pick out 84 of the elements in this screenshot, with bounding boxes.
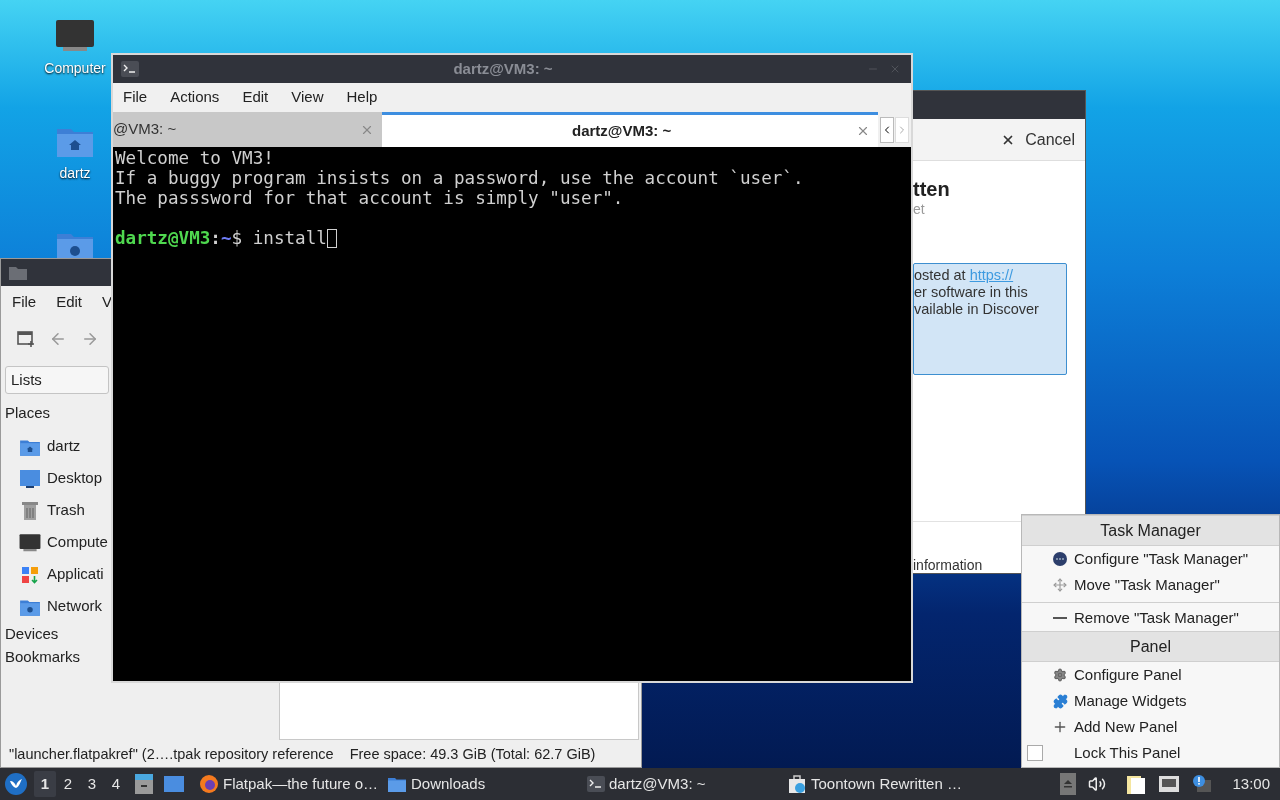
desktop-switch[interactable]: 3 [80, 771, 104, 797]
menu-section-header: Panel [1022, 631, 1279, 662]
menu-item[interactable]: Remove "Task Manager" [1022, 605, 1279, 631]
applications-icon [19, 564, 41, 585]
close-tab-icon[interactable] [856, 124, 870, 138]
folder-icon [9, 265, 27, 280]
start-menu-icon[interactable] [5, 773, 27, 795]
eject-icon[interactable] [1060, 773, 1077, 795]
menu-item[interactable]: Edit [56, 291, 83, 314]
minus-icon [1053, 617, 1067, 619]
dots-circle-icon [1053, 552, 1067, 566]
menu-item[interactable]: File [123, 86, 148, 109]
menu-item[interactable]: Actions [170, 86, 220, 109]
terminal-output: The passsword for that account is simply "user". [115, 188, 625, 208]
window-title: dartz@VM3: ~ [452, 58, 554, 79]
task-button[interactable]: Flatpak—the future o… [199, 772, 387, 796]
place-item[interactable]: Trash [19, 494, 85, 527]
desktop-switch[interactable]: 4 [104, 771, 128, 797]
browser-icon [199, 774, 219, 794]
show-desktop-icon[interactable] [163, 775, 185, 793]
terminal-tab[interactable]: @VM3: ~ [113, 112, 382, 147]
computer-icon [55, 18, 95, 54]
place-item[interactable]: Desktop [19, 462, 103, 495]
checkbox[interactable] [1027, 745, 1043, 761]
notification-icon[interactable] [1192, 774, 1213, 794]
menu-item[interactable]: Configure "Task Manager" [1022, 546, 1279, 572]
task-button[interactable]: Downloads [387, 772, 587, 796]
menu-item[interactable]: File [12, 291, 37, 314]
terminal-output: Welcome to VM3! [115, 148, 275, 168]
move-icon [1053, 578, 1067, 592]
location-combo[interactable]: Lists [5, 366, 109, 394]
scroll-left-icon[interactable] [880, 116, 894, 143]
file-cabinet-icon[interactable] [134, 773, 154, 795]
forward-icon[interactable] [81, 330, 99, 348]
place-item[interactable]: Compute [19, 526, 108, 559]
terminal-command: install [252, 228, 327, 248]
section-heading[interactable]: Places [5, 402, 51, 425]
place-item[interactable]: Applicati [19, 558, 104, 591]
terminal-tab[interactable]: dartz@VM3: ~ [382, 112, 878, 147]
desktop-icon [19, 468, 41, 489]
menu-item[interactable]: View [291, 86, 324, 109]
section-heading[interactable]: Devices [5, 622, 59, 646]
notice-text: vailable in Discover [914, 301, 1040, 318]
desktop-switch[interactable]: 2 [56, 771, 80, 797]
task-button[interactable]: dartz@VM3: ~ [587, 772, 787, 796]
terminal-prompt: dartz@VM3:~$ [115, 228, 244, 248]
new-tab-icon[interactable] [17, 330, 35, 348]
terminal-output: If a buggy program insists on a password, use the account `user`. [115, 168, 805, 188]
notice-text: osted at https:// [914, 267, 1015, 284]
plus-icon [1052, 719, 1068, 735]
place-item[interactable]: dartz [19, 430, 81, 463]
computer-icon [19, 532, 41, 553]
volume-icon[interactable] [1088, 775, 1107, 793]
trash-icon [19, 500, 41, 521]
menu-section-header: Task Manager [1022, 515, 1279, 546]
terminal-icon [121, 61, 139, 77]
back-icon[interactable] [49, 330, 67, 348]
shopping-bag-icon [787, 774, 807, 794]
menu-item[interactable]: Move "Task Manager" [1022, 572, 1279, 598]
puzzle-icon [1052, 693, 1068, 709]
status-text: Free space: 49.3 GiB (Total: 62.7 GiB) [349, 745, 596, 765]
menu-item[interactable]: Edit [242, 86, 269, 109]
desktop-switch[interactable]: 1 [34, 771, 56, 797]
status-text: "launcher.flatpakref" (2….tpak repository reference [9, 745, 334, 765]
place-item[interactable]: Network [19, 590, 102, 623]
menu-item[interactable]: Add New Panel [1022, 714, 1279, 740]
menu-item[interactable]: Configure Panel [1022, 662, 1279, 688]
terminal-icon [587, 776, 605, 792]
settings-icon [1053, 668, 1067, 682]
menu-item[interactable]: Help [346, 86, 378, 109]
clock[interactable]: 13:00 [1232, 772, 1270, 796]
network-icon[interactable] [1158, 775, 1181, 793]
section-heading[interactable]: Bookmarks [5, 645, 81, 669]
notice-text: er software in this [914, 284, 1029, 301]
app-title: tten [913, 178, 951, 200]
footer-text: information [913, 557, 983, 573]
folder-icon [387, 775, 407, 793]
clipboard-icon[interactable] [1126, 773, 1147, 795]
menu-item[interactable]: Manage Widgets [1022, 688, 1279, 714]
app-subtitle: et [913, 200, 926, 218]
task-button[interactable]: Toontown Rewritten … [787, 772, 987, 796]
menu-item[interactable]: Lock This Panel [1022, 740, 1279, 766]
cursor [326, 228, 337, 248]
menu-item[interactable]: V [102, 291, 113, 314]
